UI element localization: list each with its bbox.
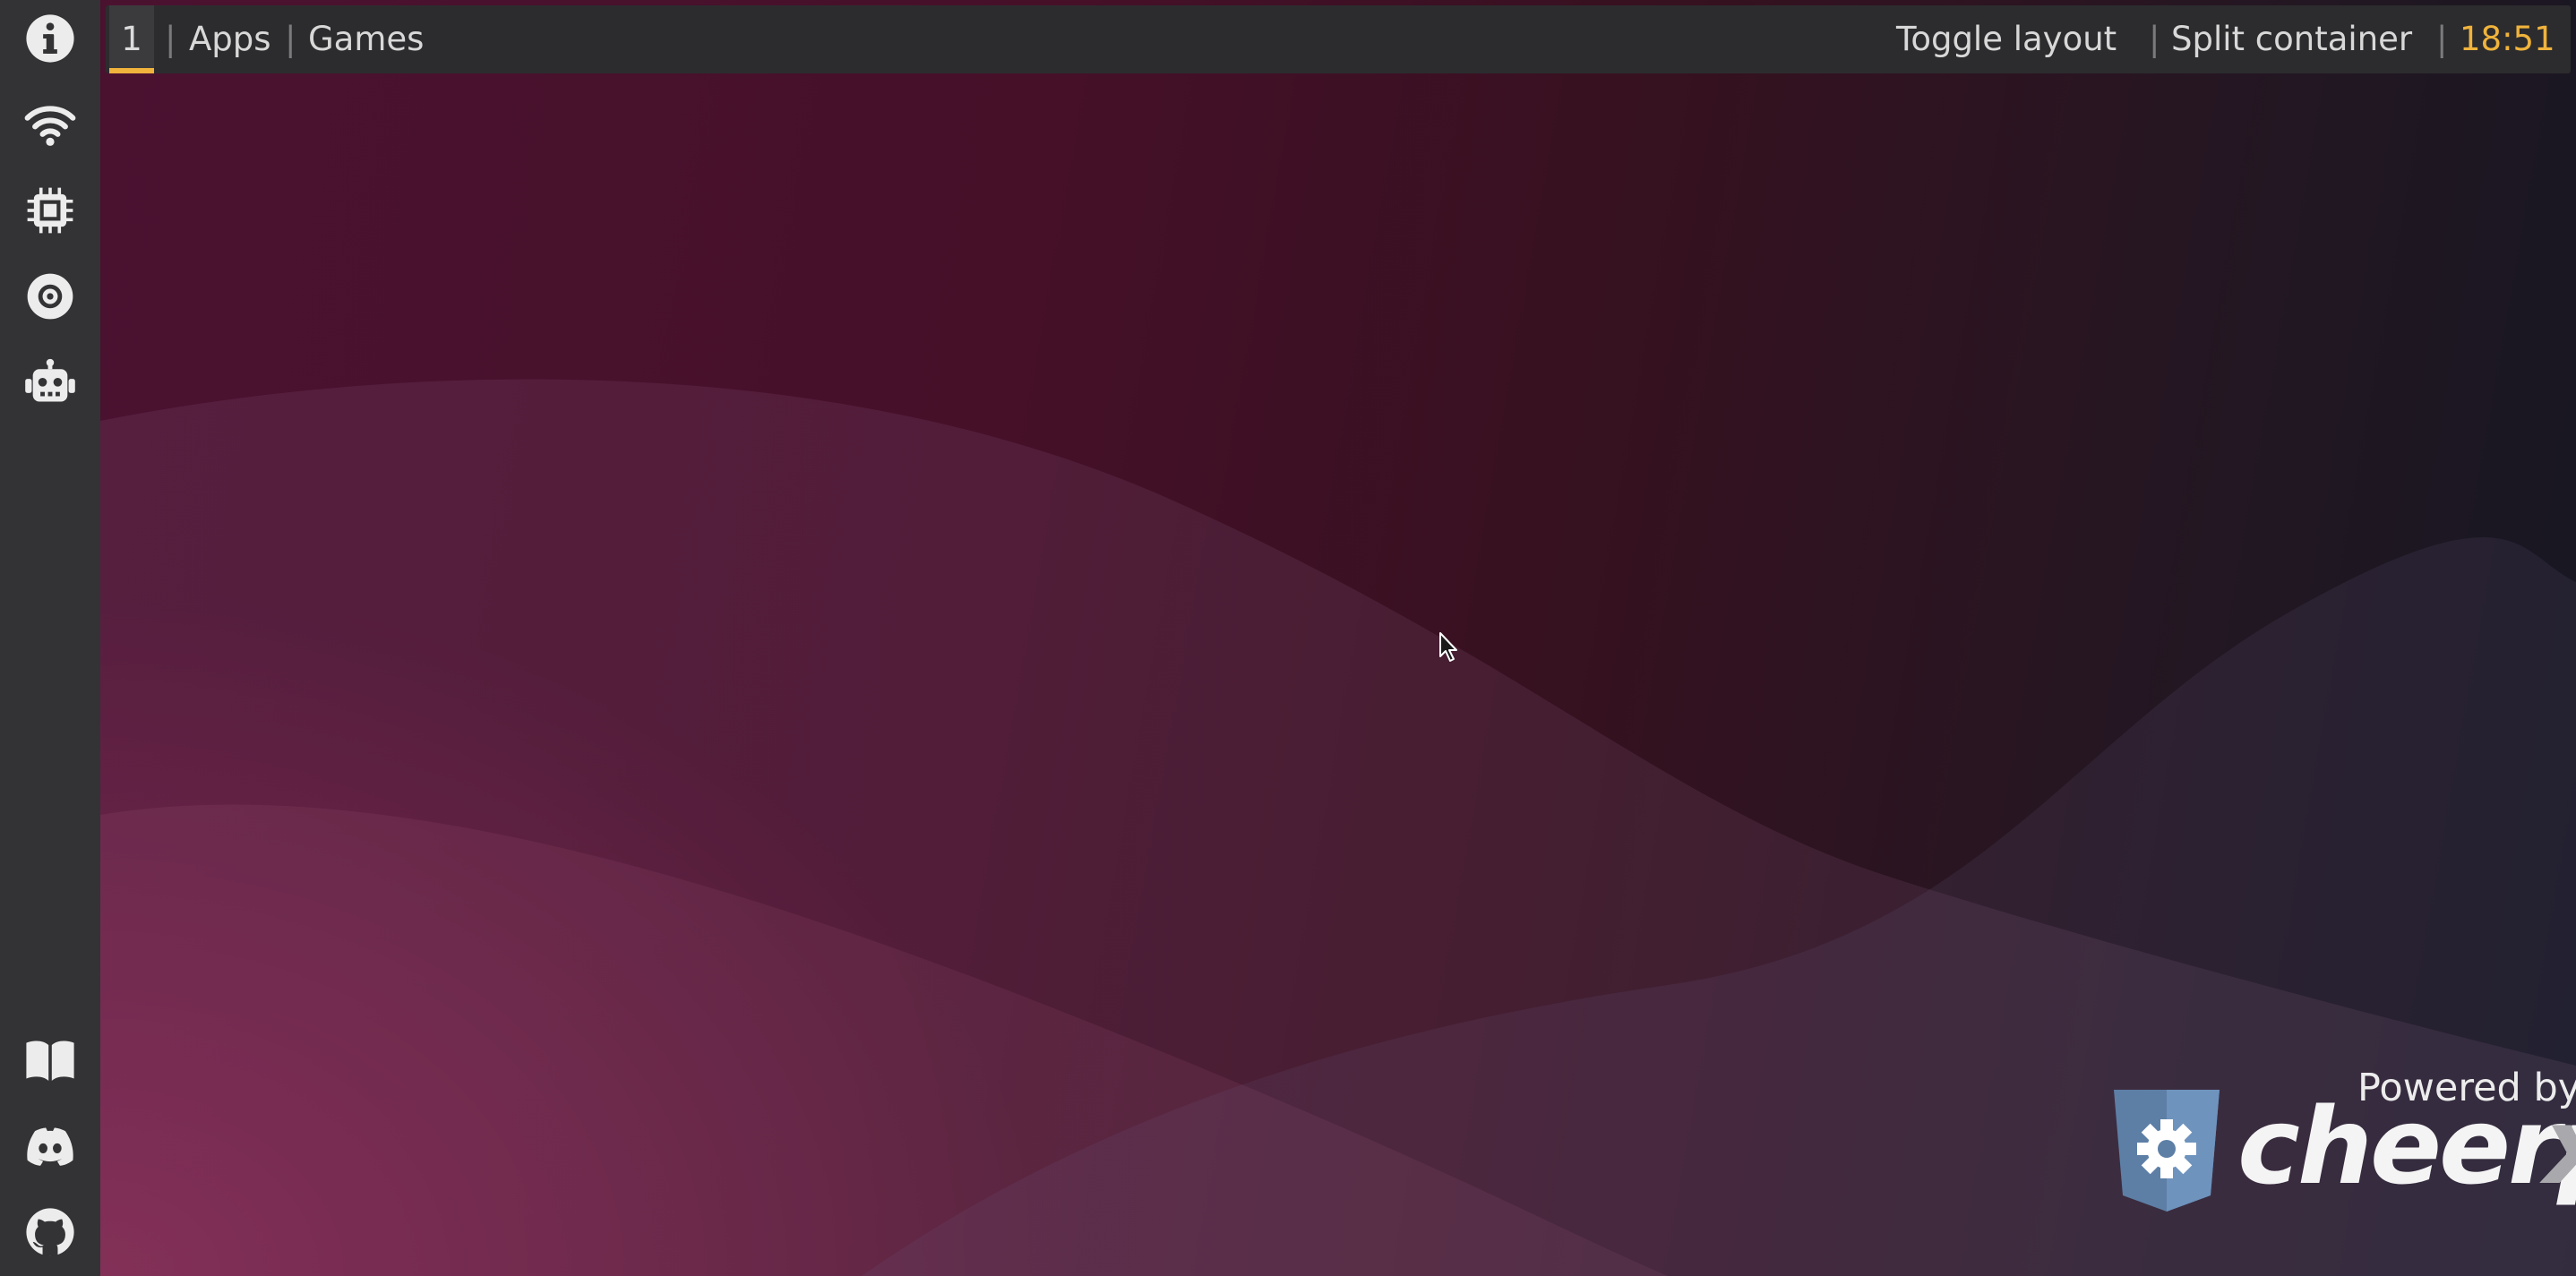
clock: 18:51: [2460, 20, 2555, 58]
sidebar-item-github[interactable]: [0, 1195, 100, 1269]
desktop-background[interactable]: Powered by cheerp x: [100, 0, 2576, 1276]
toggle-layout-button[interactable]: Toggle layout: [1896, 5, 2117, 73]
discord-icon: [27, 1127, 73, 1166]
cheerpx-shield-icon: [2114, 1090, 2220, 1212]
screen: Powered by cheerp x: [0, 0, 2576, 1276]
separator: |: [2436, 20, 2448, 58]
sidebar-item-discord[interactable]: [0, 1109, 100, 1183]
apps-menu[interactable]: Apps: [189, 5, 271, 73]
separator: |: [285, 20, 296, 58]
cpu-icon: [27, 187, 73, 234]
info-icon: [26, 14, 74, 63]
brand-name: cheerp: [2237, 1084, 2576, 1208]
separator: |: [2149, 20, 2160, 58]
brand-name-suffix: x: [2544, 1088, 2576, 1205]
mouse-pointer-icon: [1439, 632, 1457, 662]
sidebar-item-docs[interactable]: [0, 1023, 100, 1097]
top-bar: 1 | Apps | Games Toggle layout | Split c…: [106, 5, 2571, 73]
sidebar-item-ai-assistant[interactable]: [0, 347, 100, 420]
wifi-icon: [24, 106, 76, 146]
workspace-1-button[interactable]: 1: [109, 5, 154, 73]
games-menu[interactable]: Games: [308, 5, 424, 73]
sidebar-item-cpu[interactable]: [0, 174, 100, 247]
sidebar-item-network[interactable]: [0, 88, 100, 161]
book-icon: [26, 1040, 74, 1081]
split-container-button[interactable]: Split container: [2171, 5, 2412, 73]
sidebar: [0, 0, 100, 1276]
disk-icon: [27, 273, 73, 320]
cheerpx-logo: Powered by cheerp x: [2110, 1066, 2576, 1218]
sidebar-item-info[interactable]: [0, 2, 100, 75]
active-workspace-indicator: [109, 68, 154, 73]
sidebar-item-disk[interactable]: [0, 260, 100, 333]
robot-icon: [25, 358, 75, 402]
separator: |: [165, 20, 176, 58]
github-icon: [26, 1208, 74, 1256]
